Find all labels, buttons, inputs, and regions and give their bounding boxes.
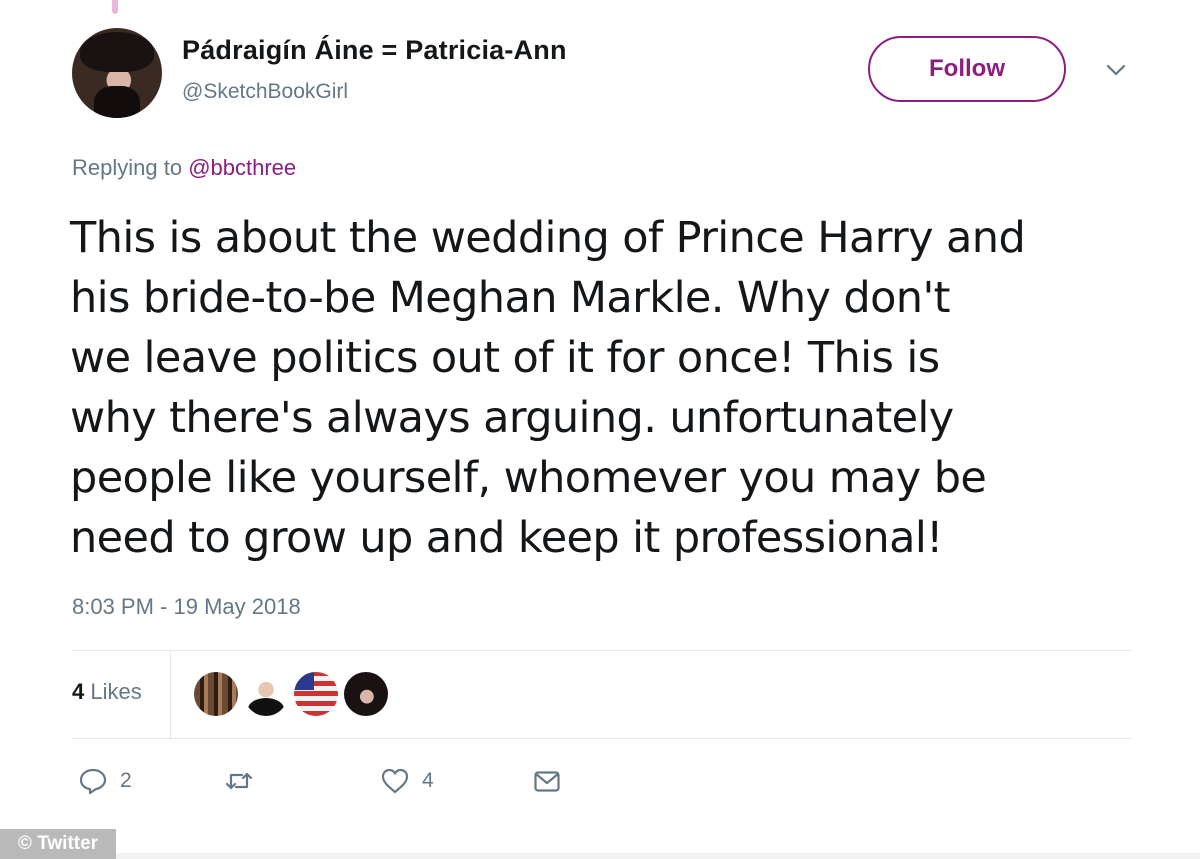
likers-avatars [194, 672, 388, 716]
follow-button[interactable]: Follow [868, 36, 1066, 102]
author-display-name[interactable]: Pádraigín Áine = Patricia-Ann [182, 35, 567, 66]
liker-avatar[interactable] [194, 672, 238, 716]
reply-mention-link[interactable]: @bbcthree [188, 155, 296, 180]
replying-to-label: Replying to [72, 155, 183, 180]
direct-message-button[interactable] [532, 766, 562, 796]
tweet-text: This is about the wedding of Prince Harr… [70, 213, 1026, 563]
retweet-icon [225, 772, 253, 790]
chevron-down-icon[interactable] [1104, 58, 1128, 82]
reply-button[interactable]: 2 [78, 766, 132, 796]
likes-label: Likes [90, 679, 142, 704]
likes-count[interactable]: 4 Likes [72, 679, 142, 705]
stats-divider-top [72, 650, 1132, 651]
like-count: 4 [422, 769, 434, 792]
top-accent-bar [112, 0, 118, 14]
reply-count: 2 [120, 769, 132, 792]
envelope-icon [534, 771, 560, 792]
replying-to-line: Replying to @bbcthree [72, 155, 296, 181]
like-button[interactable]: 4 [380, 766, 434, 796]
reply-icon [79, 768, 107, 795]
liker-avatar[interactable] [344, 672, 388, 716]
liker-avatar[interactable] [294, 672, 338, 716]
stats-divider-bottom [72, 738, 1132, 739]
stats-divider-vertical [170, 650, 171, 738]
likes-number: 4 [72, 679, 85, 704]
retweet-button[interactable] [224, 766, 254, 796]
author-handle[interactable]: @SketchBookGirl [182, 80, 348, 104]
author-avatar[interactable] [72, 28, 162, 118]
bottom-border [116, 853, 1200, 859]
liker-avatar[interactable] [244, 672, 288, 716]
twitter-watermark: © Twitter [0, 829, 116, 859]
heart-icon [381, 768, 409, 794]
tweet-timestamp[interactable]: 8:03 PM - 19 May 2018 [72, 594, 301, 620]
